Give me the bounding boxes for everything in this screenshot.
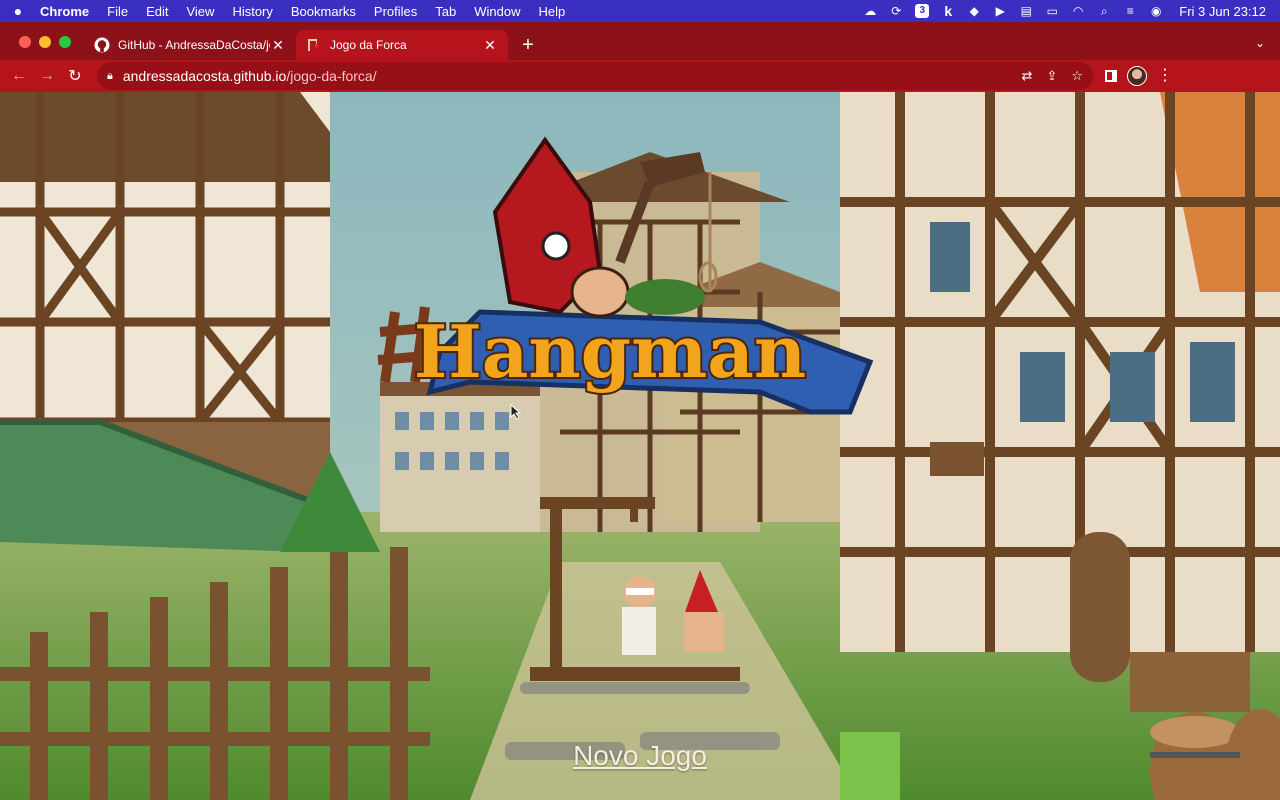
window-close-button[interactable] [19,36,31,48]
tab-github[interactable]: GitHub - AndressaDaCosta/jogo ✕ [84,30,296,60]
back-arrow-icon[interactable]: ← [5,62,33,90]
address-bar[interactable]: 🔒︎ andressadacosta.github.io/jogo-da-for… [97,62,1093,90]
sync-icon[interactable]: ⟳ [883,0,909,22]
status-badge: 3 [915,4,930,18]
url-path: /jogo-da-forca/ [286,68,377,84]
search-icon[interactable]: ⌕ [1091,0,1117,22]
menu-history[interactable]: History [223,4,281,19]
menu-tab[interactable]: Tab [426,4,465,19]
medieval-town-background: Hangman [0,92,1280,800]
wifi-icon[interactable]: ◠ [1065,0,1091,22]
forward-arrow-icon[interactable]: → [33,62,61,90]
menu-file[interactable]: File [98,4,137,19]
menu-window[interactable]: Window [465,4,529,19]
hangman-favicon-icon [308,39,319,51]
menu-edit[interactable]: Edit [137,4,177,19]
profile-avatar[interactable] [1127,66,1147,86]
menu-view[interactable]: View [177,4,223,19]
apple-menu-icon[interactable]: ● [0,3,36,19]
page-viewport: Hangman Novo Jogo [0,92,1280,800]
side-panel-icon[interactable] [1105,70,1117,82]
reload-icon[interactable]: ↻ [61,62,89,90]
tab-search-chevron-icon[interactable]: ⌄ [1252,36,1268,52]
browser-toolbar: ← → ↻ 🔒︎ andressadacosta.github.io/jogo-… [0,60,1280,92]
tab-close-icon[interactable]: ✕ [482,37,498,54]
battery-icon[interactable]: ▭ [1039,0,1065,22]
toolbar-right: ⋮ [1105,66,1173,86]
github-icon [94,37,110,53]
tab-close-icon[interactable]: ✕ [270,37,286,54]
lock-icon[interactable]: 🔒︎ [107,70,113,83]
cloud-icon[interactable]: ☁ [857,0,883,22]
tab-strip: GitHub - AndressaDaCosta/jogo ✕ Jogo da … [0,22,1280,60]
new-game-link[interactable]: Novo Jogo [540,740,740,772]
siri-icon[interactable]: ◉ [1143,0,1169,22]
tab-title: Jogo da Forca [330,38,407,52]
tab-jogo-da-forca[interactable]: Jogo da Forca ✕ [296,30,508,60]
macos-menu-bar: ● Chrome File Edit View History Bookmark… [0,0,1280,22]
elephant-icon[interactable]: ◆ [961,0,987,22]
translate-icon[interactable]: ⇄ [1022,68,1033,84]
window-minimize-button[interactable] [39,36,51,48]
k-icon[interactable]: k [935,0,961,22]
more-options-icon[interactable]: ⋮ [1157,68,1173,84]
url-host: andressadacosta.github.io [122,68,287,84]
keyboard-icon[interactable]: ▤ [1013,0,1039,22]
logo-title: Hangman [414,309,807,394]
omnibox-actions: ⇄ ⇪ ☆ [1022,68,1083,84]
window-maximize-button[interactable] [59,36,71,48]
control-center-icon[interactable]: ≡ [1117,0,1143,22]
tab-title: GitHub - AndressaDaCosta/jogo [118,38,270,52]
share-icon[interactable]: ⇪ [1046,68,1057,84]
menu-help[interactable]: Help [530,4,575,19]
mouse-pointer-icon [510,404,522,420]
bookmark-star-icon[interactable]: ☆ [1071,68,1083,84]
play-circle-icon[interactable]: ▶ [987,0,1013,22]
menu-profiles[interactable]: Profiles [365,4,426,19]
menu-bookmarks[interactable]: Bookmarks [282,4,365,19]
status-area: ☁ ⟳ 3 k ◆ ▶ ▤ ▭ ◠ ⌕ ≡ ◉ Fri 3 Jun 23:12 [857,0,1280,22]
new-tab-plus-icon[interactable]: + [516,34,540,58]
badge-3-icon[interactable]: 3 [909,0,935,22]
menu-app-name[interactable]: Chrome [36,4,98,19]
menu-clock[interactable]: Fri 3 Jun 23:12 [1169,4,1266,19]
